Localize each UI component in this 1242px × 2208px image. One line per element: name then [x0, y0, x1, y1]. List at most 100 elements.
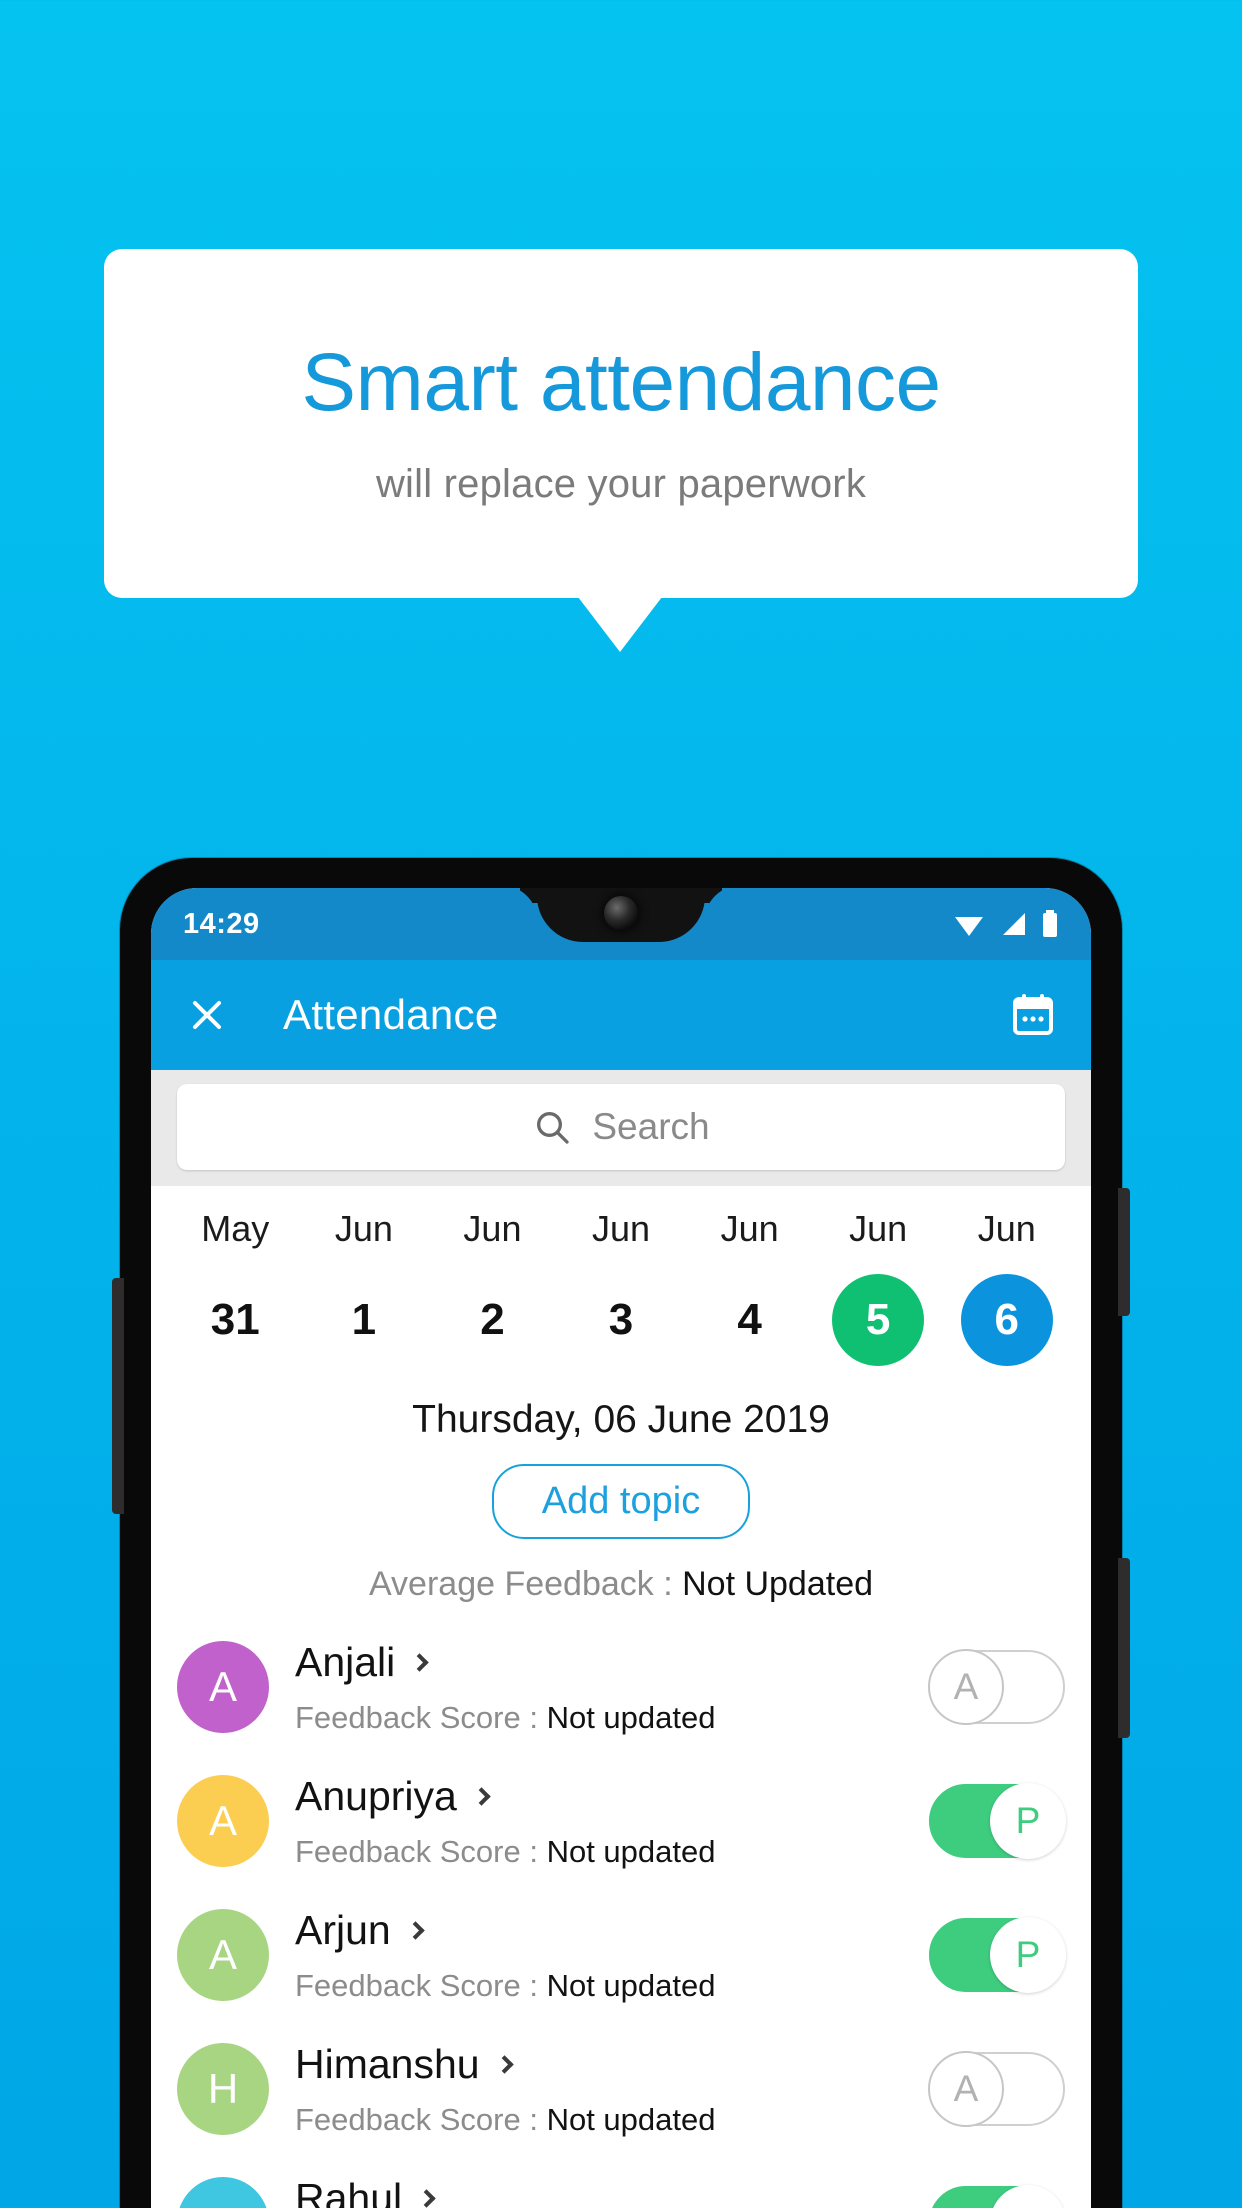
student-name: Himanshu [295, 2040, 480, 2087]
date-number-badge: 4 [704, 1274, 796, 1366]
date-number-badge: 1 [318, 1274, 410, 1366]
front-camera [604, 896, 638, 930]
phone-screen: 14:29 Attendance Search May 31 Jun 1 Jun… [151, 888, 1091, 2208]
date-number-badge: 2 [446, 1274, 538, 1366]
phone-volume-button[interactable] [1118, 1558, 1130, 1738]
close-icon[interactable] [185, 993, 229, 1037]
student-row[interactable]: H Himanshu Feedback Score : Not updated A [151, 2022, 1091, 2156]
avatar: A [177, 1909, 269, 2001]
student-row[interactable]: A Anjali Feedback Score : Not updated A [151, 1620, 1091, 1754]
attendance-toggle-knob: A [928, 1649, 1004, 1725]
student-name-line[interactable]: Anjali [295, 1639, 929, 1686]
attendance-toggle-knob: P [990, 1917, 1066, 1993]
date-cell[interactable]: Jun 3 [557, 1208, 686, 1366]
chevron-right-icon[interactable] [472, 1786, 491, 1806]
app-bar: Attendance [151, 960, 1091, 1070]
search-input[interactable]: Search [177, 1084, 1065, 1170]
student-info: Arjun Feedback Score : Not updated [295, 1907, 929, 2004]
phone-power-button[interactable] [1118, 1188, 1130, 1316]
attendance-toggle[interactable]: P [929, 1917, 1066, 1993]
student-name: Arjun [295, 1906, 391, 1953]
status-bar-clock: 14:29 [183, 907, 260, 940]
feedback-score-line: Feedback Score : Not updated [295, 1968, 929, 2004]
student-name-line[interactable]: Rahul [295, 2175, 929, 2208]
feedback-score-line: Feedback Score : Not updated [295, 1834, 929, 1870]
date-day-number: 2 [480, 1295, 505, 1344]
date-month-label: Jun [463, 1208, 522, 1249]
date-month-label: Jun [720, 1208, 779, 1249]
promo-title: Smart attendance [301, 336, 941, 428]
search-placeholder-text: Search [592, 1106, 710, 1147]
student-info: Himanshu Feedback Score : Not updated [295, 2041, 929, 2138]
selected-day-heading: Thursday, 06 June 2019 [412, 1398, 830, 1441]
avatar: R [177, 2177, 269, 2208]
date-day-number: 3 [608, 1295, 634, 1344]
date-number-badge: 3 [575, 1274, 667, 1366]
student-name: Anjali [295, 1638, 396, 1685]
student-name-line[interactable]: Anupriya [295, 1773, 929, 1820]
promo-callout-card: Smart attendance will replace your paper… [104, 249, 1138, 598]
search-icon [537, 1112, 570, 1144]
student-name-line[interactable]: Himanshu [295, 2041, 929, 2088]
callout-tail-triangle [578, 597, 662, 652]
student-name: Rahul [295, 2174, 403, 2208]
avatar: A [177, 1775, 269, 1867]
status-bar: 14:29 [151, 888, 1091, 960]
attendance-toggle[interactable]: P [929, 1783, 1066, 1859]
attendance-toggle-knob: A [928, 2051, 1004, 2127]
phone-mockup: 14:29 Attendance Search May 31 Jun 1 Jun… [112, 858, 1130, 2208]
attendance-toggle[interactable]: P [929, 2185, 1066, 2208]
phone-left-button[interactable] [112, 1278, 124, 1514]
date-day-number: 4 [737, 1295, 762, 1344]
date-number-badge: 31 [189, 1274, 281, 1366]
date-day-number: 31 [210, 1295, 260, 1344]
avatar: H [177, 2043, 269, 2135]
avatar-initial: A [208, 1663, 237, 1710]
feedback-score-label: Feedback Score : [295, 2101, 547, 2137]
avatar-initial: R [208, 2199, 238, 2208]
promo-subtitle: will replace your paperwork [375, 462, 867, 507]
signal-icon [1003, 913, 1025, 935]
chevron-right-icon[interactable] [494, 2054, 514, 2074]
avatar: A [177, 1641, 269, 1733]
calendar-icon[interactable] [1009, 991, 1057, 1039]
chevron-right-icon[interactable] [410, 1652, 429, 1672]
feedback-score-value: Not updated [546, 1699, 716, 1735]
add-topic-button[interactable]: Add topic [491, 1464, 751, 1539]
date-cell[interactable]: Jun 1 [300, 1208, 429, 1366]
chevron-right-icon[interactable] [417, 2188, 436, 2208]
attendance-toggle-knob: P [990, 2185, 1066, 2208]
student-row[interactable]: R RahulFeedback Score : Not updated P [151, 2156, 1091, 2208]
date-day-number: 5 [865, 1295, 891, 1344]
student-list: A Anjali Feedback Score : Not updated A A Anu… [151, 1620, 1091, 2208]
date-cell[interactable]: May 31 [171, 1208, 300, 1366]
avatar-initial: H [207, 2065, 239, 2112]
average-feedback-row: Average Feedback : Not Updated [151, 1565, 1091, 1604]
student-name-line[interactable]: Arjun [295, 1907, 929, 1954]
feedback-score-line: Feedback Score : Not updated [295, 2102, 929, 2138]
student-row[interactable]: A Anupriya Feedback Score : Not updated P [151, 1754, 1091, 1888]
date-month-label: Jun [977, 1208, 1036, 1249]
average-feedback-value: Not Updated [682, 1565, 874, 1603]
phone-notch [537, 888, 705, 942]
date-cell[interactable]: Jun 4 [685, 1208, 814, 1366]
chevron-right-icon[interactable] [406, 1920, 425, 1940]
student-name: Anupriya [295, 1772, 457, 1819]
date-cell[interactable]: Jun 5 [814, 1208, 943, 1366]
date-cell[interactable]: Jun 6 [942, 1208, 1071, 1366]
feedback-score-value: Not updated [546, 2101, 716, 2137]
attendance-toggle[interactable]: A [928, 1649, 1065, 1725]
date-month-label: May [201, 1208, 270, 1249]
feedback-score-label: Feedback Score : [295, 1833, 547, 1869]
date-cell[interactable]: Jun 2 [428, 1208, 557, 1366]
attendance-toggle[interactable]: A [928, 2051, 1065, 2127]
date-month-label: Jun [849, 1208, 908, 1249]
student-row[interactable]: A Arjun Feedback Score : Not updated P [151, 1888, 1091, 2022]
wifi-icon [955, 917, 983, 936]
date-day-number: 1 [351, 1295, 377, 1344]
feedback-score-line: Feedback Score : Not updated [295, 1700, 929, 1736]
date-number-badge: 6 [960, 1274, 1053, 1366]
student-info: RahulFeedback Score : Not updated [295, 2175, 929, 2208]
battery-icon [1043, 910, 1057, 937]
attendance-toggle-knob: P [990, 1783, 1066, 1859]
